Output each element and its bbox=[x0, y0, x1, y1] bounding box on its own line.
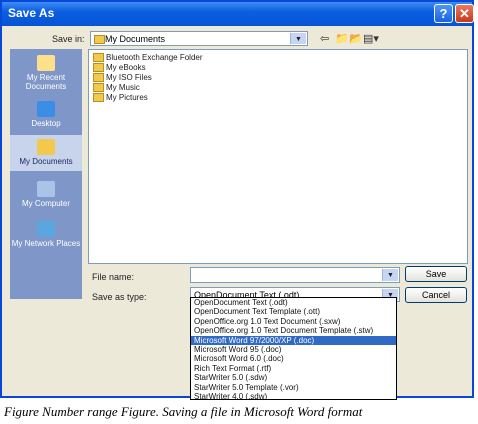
place-label: My Documents bbox=[19, 157, 73, 166]
place-label: My Network Places bbox=[11, 239, 81, 248]
title-bar[interactable]: Save As ? ✕ bbox=[2, 2, 474, 26]
save-as-type-label: Save as type: bbox=[92, 292, 147, 302]
folder-icon bbox=[93, 83, 104, 93]
my-computer-icon bbox=[37, 181, 55, 197]
place-desktop[interactable]: Desktop bbox=[10, 101, 82, 128]
dropdown-option[interactable]: OpenOffice.org 1.0 Text Document Templat… bbox=[191, 326, 396, 335]
dropdown-option[interactable]: Microsoft Word 95 (.doc) bbox=[191, 345, 396, 354]
dropdown-option[interactable]: Microsoft Word 6.0 (.doc) bbox=[191, 354, 396, 363]
new-folder-icon[interactable]: 📂 bbox=[349, 32, 363, 45]
window-title: Save As bbox=[8, 6, 55, 20]
place-my-computer[interactable]: My Computer bbox=[10, 181, 82, 208]
folder-icon bbox=[94, 35, 105, 44]
place-label: My Computer bbox=[21, 199, 70, 208]
back-arrow-icon[interactable]: ⇦ bbox=[320, 32, 329, 45]
folder-icon bbox=[93, 63, 104, 73]
list-item[interactable]: My ISO Files bbox=[93, 73, 152, 83]
list-item[interactable]: My eBooks bbox=[93, 63, 146, 73]
recent-documents-icon bbox=[37, 55, 55, 71]
close-button[interactable]: ✕ bbox=[455, 4, 474, 23]
dropdown-option[interactable]: OpenDocument Text Template (.ott) bbox=[191, 307, 396, 316]
my-documents-icon bbox=[37, 139, 55, 155]
dropdown-option[interactable]: Rich Text Format (.rtf) bbox=[191, 364, 396, 373]
network-places-icon bbox=[37, 221, 55, 237]
folder-icon bbox=[93, 73, 104, 83]
figure-caption: Figure Number range Figure. Saving a fil… bbox=[4, 404, 363, 419]
save-in-value: My Documents bbox=[105, 34, 166, 44]
file-name-field[interactable]: ▼ bbox=[190, 267, 400, 283]
dropdown-option[interactable]: OpenOffice.org 1.0 Text Document (.sxw) bbox=[191, 317, 396, 326]
dropdown-option[interactable]: OpenDocument Text (.odt) bbox=[191, 298, 396, 307]
place-label: Desktop bbox=[31, 119, 61, 128]
list-item[interactable]: My Pictures bbox=[93, 93, 148, 103]
dropdown-option[interactable]: StarWriter 4.0 (.sdw) bbox=[191, 392, 396, 399]
help-button[interactable]: ? bbox=[434, 4, 453, 23]
place-label: My Recent Documents bbox=[25, 73, 67, 91]
list-item[interactable]: My Music bbox=[93, 83, 140, 93]
list-item[interactable]: Bluetooth Exchange Folder bbox=[93, 53, 203, 63]
save-in-dropdown[interactable]: My Documents ▼ bbox=[90, 31, 308, 46]
save-as-type-list[interactable]: OpenDocument Text (.odt) OpenDocument Te… bbox=[190, 297, 397, 400]
chevron-down-icon[interactable]: ▼ bbox=[290, 33, 306, 44]
folder-icon bbox=[93, 93, 104, 103]
dropdown-option[interactable]: StarWriter 5.0 (.sdw) bbox=[191, 373, 396, 382]
place-my-documents[interactable]: My Documents bbox=[10, 135, 82, 171]
views-menu-icon[interactable]: ▤▾ bbox=[363, 32, 379, 45]
dropdown-option[interactable]: StarWriter 5.0 Template (.vor) bbox=[191, 383, 396, 392]
folder-icon bbox=[93, 53, 104, 63]
file-name-label: File name: bbox=[92, 272, 135, 282]
save-in-label: Save in: bbox=[52, 34, 85, 44]
places-bar: My Recent Documents Desktop My Documents… bbox=[10, 49, 82, 299]
up-folder-icon[interactable]: 📁 bbox=[335, 32, 349, 45]
place-recent[interactable]: My Recent Documents bbox=[10, 55, 82, 91]
save-button[interactable]: Save bbox=[405, 266, 467, 282]
cancel-button[interactable]: Cancel bbox=[405, 287, 467, 303]
dropdown-option-selected[interactable]: Microsoft Word 97/2000/XP (.doc) bbox=[191, 335, 396, 345]
chevron-down-icon[interactable]: ▼ bbox=[382, 269, 398, 281]
place-network[interactable]: My Network Places bbox=[10, 221, 82, 248]
file-list[interactable]: Bluetooth Exchange Folder My eBooks My I… bbox=[88, 49, 468, 264]
desktop-icon bbox=[37, 101, 55, 117]
